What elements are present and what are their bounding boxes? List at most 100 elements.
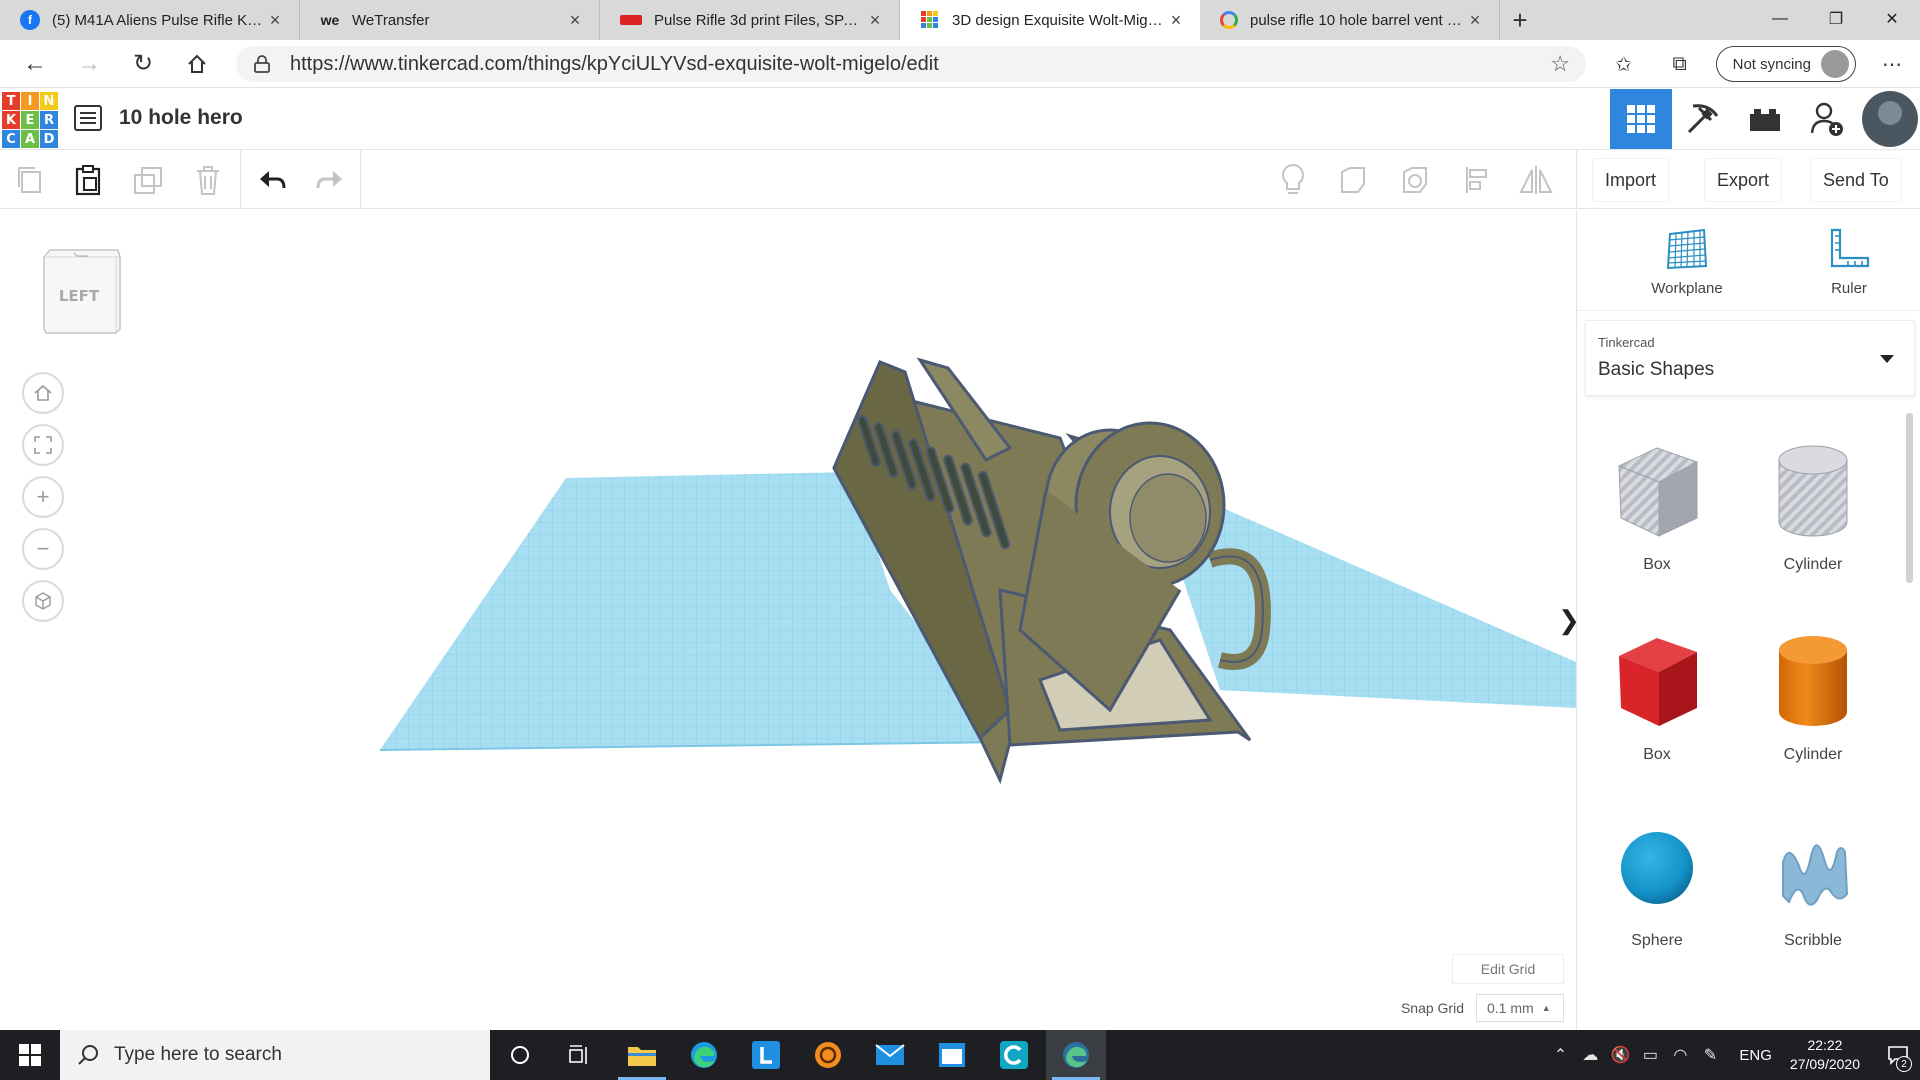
edge-dev-taskbar-button[interactable] [1046, 1030, 1106, 1080]
snap-grid-control: Snap Grid 0.1 mm ▲ [1401, 994, 1564, 1022]
address-bar[interactable]: https://www.tinkercad.com/things/kpYciUL… [236, 46, 1586, 82]
minimize-button[interactable]: — [1752, 0, 1808, 38]
edge-taskbar-button[interactable] [674, 1030, 734, 1080]
view-cube-label: LEFT [58, 287, 100, 305]
shape-hole-cylinder[interactable]: Cylinder [1743, 438, 1883, 574]
close-tab-icon[interactable]: × [1465, 10, 1485, 31]
back-button[interactable]: ← [8, 40, 62, 88]
restore-button[interactable]: ❐ [1808, 0, 1864, 38]
volume-muted-icon[interactable]: 🔇 [1605, 1045, 1635, 1065]
task-view-button[interactable] [550, 1030, 610, 1080]
perspective-button[interactable] [22, 580, 64, 622]
align-button[interactable] [1458, 160, 1498, 200]
redo-button[interactable] [310, 160, 350, 200]
app-c-taskbar-button[interactable] [984, 1030, 1044, 1080]
duplicate-button[interactable] [128, 160, 168, 200]
start-button[interactable] [0, 1030, 60, 1080]
shape-library-select[interactable]: Tinkercad Basic Shapes [1585, 320, 1915, 396]
browser-tab[interactable]: f (5) M41A Aliens Pulse Rifle Kit | F × [0, 0, 300, 40]
note-button[interactable] [1273, 160, 1313, 200]
paste-button[interactable] [68, 160, 108, 200]
header-right [1610, 89, 1920, 149]
close-tab-icon[interactable]: × [265, 10, 285, 31]
window-app-taskbar-button[interactable] [922, 1030, 982, 1080]
bricks-button[interactable] [1734, 89, 1796, 149]
close-tab-icon[interactable]: × [1166, 10, 1186, 31]
onedrive-icon[interactable]: ☁ [1575, 1045, 1605, 1065]
close-tab-icon[interactable]: × [565, 10, 585, 31]
import-button[interactable]: Import [1592, 158, 1670, 202]
system-tray: ⌃ ☁ 🔇 ▭ ◠ ✎ ENG 22:22 27/09/2020 2 [1545, 1030, 1920, 1080]
taskbar-search-box[interactable]: Type here to search [60, 1030, 490, 1080]
logo-letter: D [40, 130, 58, 148]
settings-more-icon[interactable]: ⋯ [1864, 40, 1920, 88]
shape-sphere[interactable]: Sphere [1587, 822, 1727, 950]
collapse-panel-arrow[interactable]: ❯ [1558, 595, 1576, 645]
orange-app-icon [815, 1042, 841, 1068]
app-l-taskbar-button[interactable] [736, 1030, 796, 1080]
invite-user-button[interactable] [1796, 89, 1858, 149]
home-button[interactable] [170, 40, 224, 88]
user-avatar[interactable] [1862, 91, 1918, 147]
3d-design-view-button[interactable] [1610, 89, 1672, 149]
shape-scribble[interactable]: Scribble [1743, 822, 1883, 950]
zoom-out-button[interactable]: − [22, 528, 64, 570]
snap-grid-label: Snap Grid [1400, 1000, 1464, 1016]
profile-sync-button[interactable]: Not syncing [1715, 46, 1856, 82]
tinkercad-header: T I N K E R C A D 10 hole hero [0, 89, 1920, 150]
wifi-icon[interactable]: ◠ [1665, 1045, 1695, 1065]
favorite-star-icon[interactable]: ☆ [1550, 51, 1570, 77]
home-view-button[interactable] [22, 372, 64, 414]
close-window-button[interactable]: ✕ [1864, 0, 1920, 38]
tinkercad-logo[interactable]: T I N K E R C A D [2, 92, 58, 148]
c-app-icon [1000, 1041, 1028, 1069]
snap-grid-select[interactable]: 0.1 mm ▲ [1476, 994, 1564, 1022]
forward-button[interactable]: → [62, 40, 116, 88]
refresh-button[interactable]: ↻ [116, 40, 170, 88]
hole-button[interactable] [1396, 160, 1436, 200]
design-list-icon[interactable] [74, 105, 102, 131]
workplane-scene[interactable] [0, 210, 1576, 1030]
delete-button[interactable] [188, 160, 228, 200]
shape-box[interactable]: Box [1587, 628, 1727, 764]
export-button[interactable]: Export [1704, 158, 1783, 202]
language-indicator[interactable]: ENG [1739, 1047, 1772, 1064]
blocks-button[interactable] [1672, 89, 1734, 149]
pen-icon[interactable]: ✎ [1695, 1045, 1725, 1065]
undo-button[interactable] [252, 160, 292, 200]
shape-hole-box[interactable]: Box [1587, 438, 1727, 574]
browser-tab[interactable]: Pulse Rifle 3d print Files, SPAS ca × [600, 0, 900, 40]
view-cube[interactable]: LEFT [40, 247, 122, 337]
ruler-tool[interactable]: Ruler [1794, 226, 1904, 297]
3d-workspace[interactable]: LEFT + − ❯ Edit Grid Snap Grid 0.1 mm ▲ [0, 210, 1576, 1030]
battery-icon[interactable]: ▭ [1635, 1045, 1665, 1065]
app-orange-taskbar-button[interactable] [798, 1030, 858, 1080]
favorites-icon[interactable]: ✩ [1596, 40, 1652, 88]
browser-tab[interactable]: we WeTransfer × [300, 0, 600, 40]
collections-icon[interactable]: ⧉ [1652, 40, 1708, 88]
new-tab-button[interactable]: + [1500, 0, 1540, 40]
copy-button[interactable] [10, 160, 50, 200]
edit-grid-button[interactable]: Edit Grid [1452, 954, 1564, 984]
browser-tab-active[interactable]: 3D design Exquisite Wolt-Migelo × [900, 0, 1200, 40]
browser-tab[interactable]: pulse rifle 10 hole barrel vent - G × [1200, 0, 1500, 40]
close-tab-icon[interactable]: × [865, 10, 885, 31]
zoom-in-button[interactable]: + [22, 476, 64, 518]
fit-view-button[interactable] [22, 424, 64, 466]
file-explorer-taskbar-button[interactable] [612, 1030, 672, 1080]
notifications-button[interactable]: 2 [1876, 1030, 1920, 1080]
mail-taskbar-button[interactable] [860, 1030, 920, 1080]
tinkercad-icon [920, 10, 940, 30]
chevron-up-icon[interactable]: ⌃ [1545, 1045, 1575, 1065]
tab-title: (5) M41A Aliens Pulse Rifle Kit | F [52, 11, 265, 29]
clock[interactable]: 22:22 27/09/2020 [1790, 1036, 1860, 1074]
panel-scrollbar[interactable] [1906, 413, 1913, 583]
mirror-button[interactable] [1516, 160, 1556, 200]
design-title[interactable]: 10 hole hero [119, 106, 243, 130]
browser-navbar: ← → ↻ https://www.tinkercad.com/things/k… [0, 40, 1920, 88]
send-to-button[interactable]: Send To [1810, 158, 1902, 202]
workplane-tool[interactable]: Workplane [1632, 226, 1742, 297]
shape-cylinder[interactable]: Cylinder [1743, 628, 1883, 764]
solid-button[interactable] [1334, 160, 1374, 200]
cortana-button[interactable] [490, 1030, 550, 1080]
